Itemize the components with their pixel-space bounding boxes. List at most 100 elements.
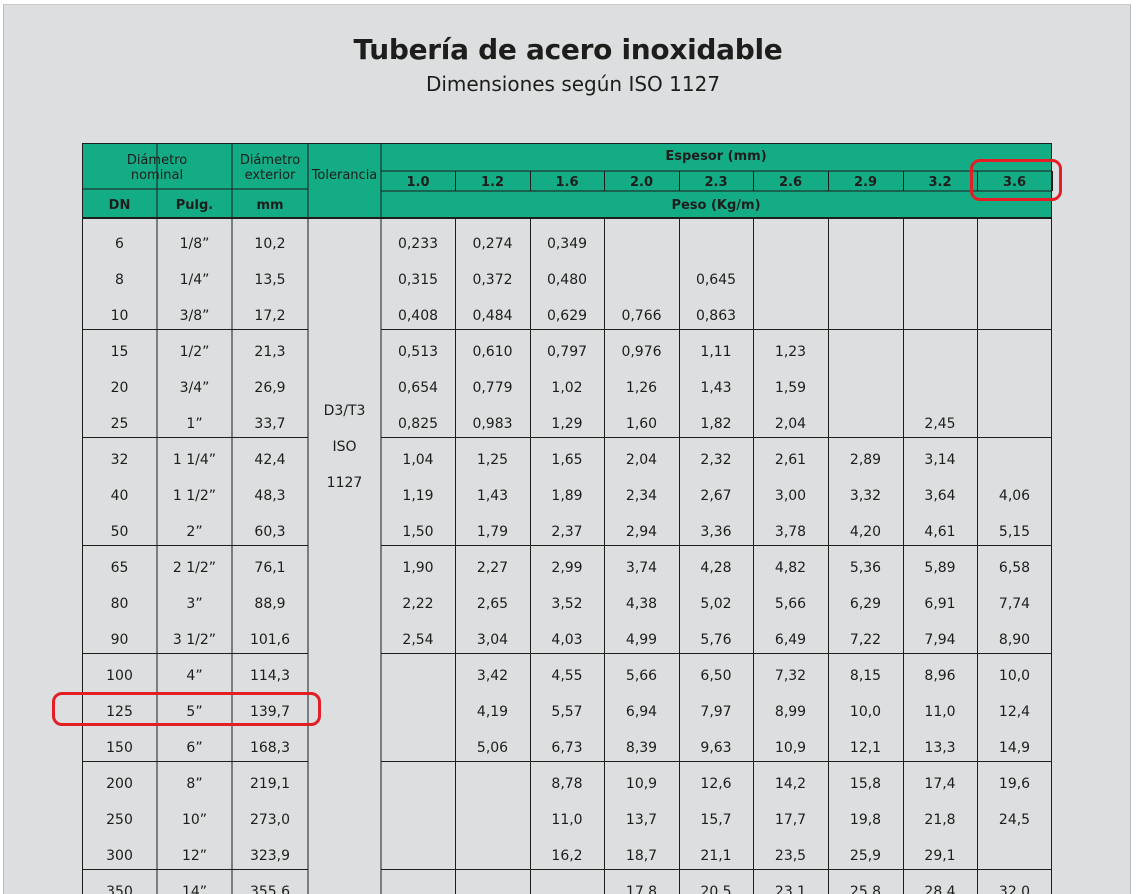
cell-weight: 0,513 [398,344,438,360]
cell-weight: 0,766 [621,308,661,324]
header-thickness-1-0: 1.0 [406,175,429,190]
cell-weight: 4,99 [626,632,657,648]
cell-dn: 6 [115,236,124,252]
cell-weight: 6,91 [924,596,955,612]
cell-diametro-exterior: 48,3 [254,488,285,504]
cell-weight: 0,863 [696,308,736,324]
cell-weight: 2,99 [551,560,582,576]
cell-pulg: 2 1/2” [173,560,216,576]
cell-weight: 2,37 [551,524,582,540]
cell-weight: 7,32 [775,668,806,684]
document-title: Tubería de acero inoxidable [353,33,783,66]
cell-weight: 10,0 [850,704,881,720]
cell-pulg: 3/4” [180,380,210,396]
cell-dn: 65 [111,560,129,576]
cell-weight: 2,94 [626,524,657,540]
cell-weight: 5,89 [924,560,955,576]
cell-dn: 50 [111,524,129,540]
header-diametro-nominal-line2: nominal [131,168,183,183]
cell-weight: 5,36 [850,560,881,576]
cell-weight: 18,7 [626,848,657,864]
cell-weight: 3,42 [477,668,508,684]
cell-weight: 29,1 [924,848,955,864]
cell-diametro-exterior: 101,6 [250,632,290,648]
cell-weight: 7,97 [700,704,731,720]
cell-weight: 5,76 [700,632,731,648]
cell-dn: 300 [106,848,133,864]
cell-diametro-exterior: 17,2 [254,308,285,324]
cell-dn: 8 [115,272,124,288]
header-thickness-2-6: 2.6 [779,175,802,190]
header-mm: mm [256,198,283,213]
header-diametro-exterior-line2: exterior [245,168,296,183]
cell-dn: 80 [111,596,129,612]
cell-diametro-exterior: 26,9 [254,380,285,396]
header-diametro-nominal-line1: Diámetro [127,153,187,168]
tolerance-text-line2: ISO [332,439,356,455]
cell-weight: 8,15 [850,668,881,684]
cell-weight: 23,1 [775,884,806,894]
pipe-dimension-table: Diámetro nominal Diámetro exterior Toleranci… [82,143,1053,894]
cell-weight: 8,78 [551,776,582,792]
cell-weight: 1,02 [551,380,582,396]
cell-weight: 0,779 [472,380,512,396]
cell-weight: 0,797 [547,344,587,360]
cell-weight: 2,22 [402,596,433,612]
cell-diametro-exterior: 168,3 [250,740,290,756]
cell-weight: 1,23 [775,344,806,360]
cell-weight: 24,5 [999,812,1030,828]
cell-weight: 5,66 [775,596,806,612]
cell-weight: 4,28 [700,560,731,576]
cell-diametro-exterior: 139,7 [250,704,290,720]
cell-weight: 7,94 [924,632,955,648]
cell-weight: 1,82 [700,416,731,432]
cell-weight: 4,06 [999,488,1030,504]
cell-pulg: 6” [186,740,202,756]
cell-weight: 5,06 [477,740,508,756]
cell-weight: 2,27 [477,560,508,576]
cell-weight: 14,9 [999,740,1030,756]
cell-dn: 125 [106,704,133,720]
cell-weight: 3,36 [700,524,731,540]
cell-weight: 15,8 [850,776,881,792]
cell-weight: 23,5 [775,848,806,864]
cell-weight: 3,32 [850,488,881,504]
cell-dn: 250 [106,812,133,828]
cell-weight: 3,52 [551,596,582,612]
cell-weight: 10,9 [626,776,657,792]
cell-weight: 2,67 [700,488,731,504]
cell-weight: 28,4 [924,884,955,894]
cell-weight: 1,79 [477,524,508,540]
cell-weight: 17,4 [924,776,955,792]
cell-weight: 19,8 [850,812,881,828]
cell-weight: 4,20 [850,524,881,540]
cell-weight: 3,78 [775,524,806,540]
cell-weight: 0,645 [696,272,736,288]
cell-diametro-exterior: 273,0 [250,812,290,828]
cell-weight: 2,32 [700,452,731,468]
cell-diametro-exterior: 13,5 [254,272,285,288]
cell-weight: 7,22 [850,632,881,648]
cell-weight: 7,74 [999,596,1030,612]
cell-weight: 8,96 [924,668,955,684]
cell-weight: 21,8 [924,812,955,828]
cell-weight: 6,73 [551,740,582,756]
header-thickness-1-6: 1.6 [555,175,578,190]
cell-weight: 5,02 [700,596,731,612]
cell-weight: 1,26 [626,380,657,396]
cell-weight: 4,19 [477,704,508,720]
cell-pulg: 1/4” [180,272,210,288]
cell-weight: 3,74 [626,560,657,576]
cell-weight: 1,29 [551,416,582,432]
cell-weight: 2,04 [626,452,657,468]
cell-weight: 25,8 [850,884,881,894]
cell-dn: 90 [111,632,129,648]
cell-dn: 150 [106,740,133,756]
tolerance-text-line1: D3/T3 [324,403,366,419]
cell-weight: 1,60 [626,416,657,432]
cell-diametro-exterior: 323,9 [250,848,290,864]
cell-weight: 13,7 [626,812,657,828]
header-thickness-1-2: 1.2 [481,175,504,190]
cell-pulg: 5” [186,704,202,720]
cell-pulg: 4” [186,668,202,684]
